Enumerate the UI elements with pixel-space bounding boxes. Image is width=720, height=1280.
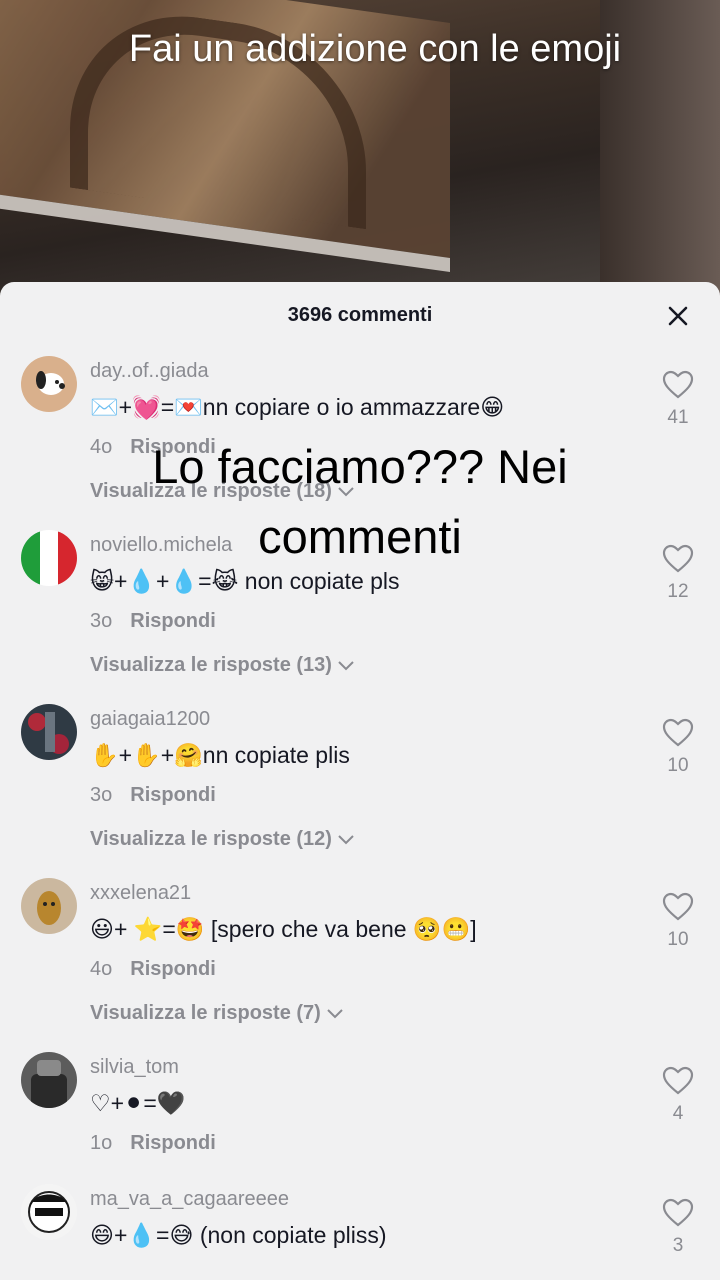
like-button[interactable]: 4 xyxy=(660,1066,696,1125)
like-button[interactable]: 3 xyxy=(660,1198,696,1257)
avatar[interactable] xyxy=(21,1184,77,1240)
view-replies-label: Visualizza le risposte (12) xyxy=(90,828,332,850)
heart-icon xyxy=(662,718,694,747)
comment-age: 4o xyxy=(90,436,113,458)
comment-text: 😄+💧=😅 (non copiate pliss) xyxy=(90,1222,387,1248)
view-replies-button[interactable]: Visualizza le risposte (7) xyxy=(90,1002,345,1025)
chevron-down-icon xyxy=(338,487,354,497)
chevron-down-icon xyxy=(338,835,354,845)
comment-count: 3696 commenti xyxy=(287,304,433,326)
comment-meta: 3o Rispondi xyxy=(90,784,216,807)
comment-username[interactable]: ma_va_a_cagaareeee xyxy=(90,1188,289,1211)
comment-meta: 3o Rispondi xyxy=(90,610,216,633)
like-count: 12 xyxy=(667,581,689,602)
chevron-down-icon xyxy=(327,1009,343,1019)
comment-text: 😸+💧+💧=😹 non copiate pls xyxy=(90,568,400,594)
like-button[interactable]: 12 xyxy=(660,544,696,603)
reply-button[interactable]: Rispondi xyxy=(130,958,216,980)
heart-icon xyxy=(662,1066,694,1095)
reply-button[interactable]: Rispondi xyxy=(130,436,216,458)
comment-text: 😃+ ⭐=🤩 [spero che va bene 🥺😬] xyxy=(90,916,477,942)
like-button[interactable]: 10 xyxy=(660,718,696,777)
comments-sheet: 3696 commenti day..of..giada ✉️+💓=💌nn co… xyxy=(0,282,720,1280)
comment-username[interactable]: gaiagaia1200 xyxy=(90,708,210,731)
like-button[interactable]: 41 xyxy=(660,370,696,429)
comment-username[interactable]: day..of..giada xyxy=(90,360,209,383)
like-count: 10 xyxy=(667,929,689,950)
heart-icon xyxy=(662,1198,694,1227)
reply-button[interactable]: Rispondi xyxy=(130,610,216,632)
comment-age: 1o xyxy=(90,1132,113,1154)
comment-text: ✋+✋+🤗nn copiate plis xyxy=(90,742,350,768)
comment-username[interactable]: xxxelena21 xyxy=(90,882,191,905)
heart-icon xyxy=(662,544,694,573)
like-count: 41 xyxy=(667,407,689,428)
comment-age: 3o xyxy=(90,784,113,806)
reply-button[interactable]: Rispondi xyxy=(130,1132,216,1154)
comment-meta: 4o Rispondi xyxy=(90,436,216,459)
heart-icon xyxy=(662,370,694,399)
avatar[interactable] xyxy=(21,356,77,412)
comment-username[interactable]: silvia_tom xyxy=(90,1056,179,1079)
close-icon[interactable] xyxy=(664,302,692,330)
chevron-down-icon xyxy=(338,661,354,671)
like-button[interactable]: 10 xyxy=(660,892,696,951)
view-replies-label: Visualizza le risposte (13) xyxy=(90,654,332,676)
like-count: 3 xyxy=(672,1235,684,1256)
like-count: 10 xyxy=(667,755,689,776)
avatar[interactable] xyxy=(21,878,77,934)
comment-meta: 1o Rispondi xyxy=(90,1132,216,1155)
view-replies-button[interactable]: Visualizza le risposte (13) xyxy=(90,654,356,677)
sheet-header: 3696 commenti xyxy=(0,282,720,352)
heart-icon xyxy=(662,892,694,921)
view-replies-label: Visualizza le risposte (18) xyxy=(90,480,332,502)
comment-age: 3o xyxy=(90,610,113,632)
comment-text: ✉️+💓=💌nn copiare o io ammazzare😁 xyxy=(90,394,505,420)
avatar[interactable] xyxy=(21,1052,77,1108)
view-replies-label: Visualizza le risposte (7) xyxy=(90,1002,321,1024)
avatar[interactable] xyxy=(21,704,77,760)
comment-meta: 4o Rispondi xyxy=(90,958,216,981)
comment-username[interactable]: noviello.michela xyxy=(90,534,232,557)
comment-age: 4o xyxy=(90,958,113,980)
video-title: Fai un addizione con le emoji xyxy=(128,28,622,70)
reply-button[interactable]: Rispondi xyxy=(130,784,216,806)
comment-text: ♡+⚫=🖤 xyxy=(90,1090,186,1116)
view-replies-button[interactable]: Visualizza le risposte (18) xyxy=(90,480,356,503)
avatar[interactable] xyxy=(21,530,77,586)
view-replies-button[interactable]: Visualizza le risposte (12) xyxy=(90,828,356,851)
like-count: 4 xyxy=(672,1103,684,1124)
